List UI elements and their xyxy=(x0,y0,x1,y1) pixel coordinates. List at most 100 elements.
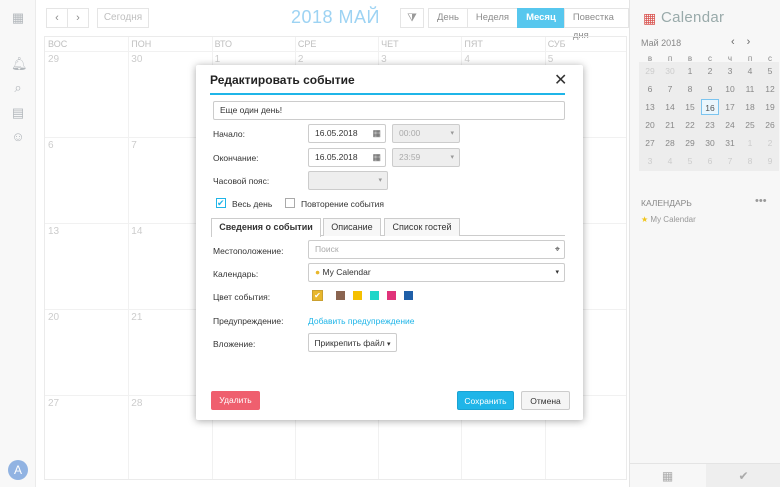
mini-day[interactable]: 7 xyxy=(721,153,739,169)
calendar-app-icon: ▦ xyxy=(643,10,657,26)
mini-day[interactable]: 20 xyxy=(641,117,659,133)
all-day-checkbox[interactable]: ✔ xyxy=(216,198,226,208)
timezone-label: Часовой пояс: xyxy=(213,176,270,186)
mini-day[interactable]: 2 xyxy=(701,63,719,79)
mini-day[interactable]: 1 xyxy=(681,63,699,79)
mini-day[interactable]: 3 xyxy=(721,63,739,79)
mini-day[interactable]: 30 xyxy=(661,63,679,79)
mini-day[interactable]: 7 xyxy=(661,81,679,97)
mini-day[interactable]: 8 xyxy=(741,153,759,169)
mini-day[interactable]: 9 xyxy=(761,153,779,169)
star-icon: ★ xyxy=(641,215,649,224)
color-swatch[interactable] xyxy=(404,291,413,300)
location-placeholder: Поиск xyxy=(315,244,339,254)
mini-day[interactable]: 25 xyxy=(741,117,759,133)
mini-weekday: с xyxy=(708,54,712,63)
mini-day[interactable]: 5 xyxy=(761,63,779,79)
color-swatch[interactable] xyxy=(336,291,345,300)
start-date-input[interactable]: 16.05.2018 ▦ xyxy=(308,124,386,143)
location-input[interactable]: Поиск ⌖ xyxy=(308,240,565,259)
attachment-label: Вложение: xyxy=(213,339,256,349)
add-alert-link[interactable]: Добавить предупреждение xyxy=(308,316,415,326)
tab-description[interactable]: Описание xyxy=(323,218,381,236)
delete-button[interactable]: Удалить xyxy=(211,391,260,410)
close-icon[interactable]: ✕ xyxy=(554,70,567,90)
end-date-input[interactable]: 16.05.2018 ▦ xyxy=(308,148,386,167)
mini-weekday: п xyxy=(747,54,753,63)
attach-file-button[interactable]: Прикрепить файл ▾ xyxy=(308,333,397,352)
end-time-select: 23:59 ▾ xyxy=(392,148,460,167)
mini-day[interactable]: 16 xyxy=(701,99,719,115)
mini-day[interactable]: 8 xyxy=(681,81,699,97)
calendar-dot-icon: ● xyxy=(315,267,321,277)
mini-day[interactable]: 4 xyxy=(741,63,759,79)
mini-day[interactable]: 9 xyxy=(701,81,719,97)
start-label: Начало: xyxy=(213,129,245,139)
mini-day[interactable]: 6 xyxy=(701,153,719,169)
color-swatch[interactable] xyxy=(353,291,362,300)
repeat-label: Повторение события xyxy=(301,199,384,209)
save-button[interactable]: Сохранить xyxy=(457,391,514,410)
mini-day[interactable]: 27 xyxy=(641,135,659,151)
dialog-title: Редактировать событие xyxy=(210,73,355,87)
color-swatch[interactable] xyxy=(387,291,396,300)
calendar-list-item[interactable]: ★ My Calendar xyxy=(641,215,696,224)
mini-weekday: в xyxy=(687,54,693,63)
calendar-select[interactable]: ● My Calendar ▾ xyxy=(308,263,565,282)
mini-day[interactable]: 23 xyxy=(701,117,719,133)
mini-day[interactable]: 22 xyxy=(681,117,699,133)
mini-day[interactable]: 21 xyxy=(661,117,679,133)
repeat-checkbox[interactable] xyxy=(285,198,295,208)
mini-day[interactable]: 5 xyxy=(681,153,699,169)
mini-day[interactable]: 14 xyxy=(661,99,679,115)
mini-day[interactable]: 11 xyxy=(741,81,759,97)
color-label: Цвет события: xyxy=(213,292,271,302)
mini-next-icon[interactable]: › xyxy=(747,36,763,48)
mini-day[interactable]: 31 xyxy=(721,135,739,151)
mini-day[interactable]: 6 xyxy=(641,81,659,97)
calendars-more-icon[interactable]: ••• xyxy=(755,195,767,207)
mini-weekday: п xyxy=(667,54,673,63)
calendar-tab-icon[interactable]: ▦ xyxy=(630,464,705,487)
tab-event-details[interactable]: Сведения о событии xyxy=(211,218,321,237)
map-pin-icon[interactable]: ⌖ xyxy=(555,241,560,258)
mini-day[interactable]: 30 xyxy=(701,135,719,151)
color-swatch[interactable] xyxy=(370,291,379,300)
mini-prev-icon[interactable]: ‹ xyxy=(731,36,747,48)
end-time-value: 23:59 xyxy=(399,152,421,162)
mini-day[interactable]: 28 xyxy=(661,135,679,151)
app-title: Calendar xyxy=(661,9,725,26)
mini-day[interactable]: 18 xyxy=(741,99,759,115)
mini-day[interactable]: 12 xyxy=(761,81,779,97)
mini-day[interactable]: 26 xyxy=(761,117,779,133)
chevron-down-icon: ▾ xyxy=(450,154,454,161)
chevron-down-icon: ▾ xyxy=(450,130,454,137)
timezone-select: ▾ xyxy=(308,171,388,190)
end-label: Окончание: xyxy=(213,153,259,163)
mini-day[interactable]: 1 xyxy=(741,135,759,151)
color-swatch[interactable]: ✔ xyxy=(312,290,323,301)
mini-day[interactable]: 4 xyxy=(661,153,679,169)
mini-day[interactable]: 29 xyxy=(681,135,699,151)
mini-day[interactable]: 24 xyxy=(721,117,739,133)
mini-day[interactable]: 17 xyxy=(721,99,739,115)
calendar-icon[interactable]: ▦ xyxy=(372,125,381,142)
event-title-input[interactable]: Еще один день! xyxy=(213,101,565,120)
mini-day[interactable]: 3 xyxy=(641,153,659,169)
mini-weekday: в xyxy=(647,54,653,63)
edit-event-dialog: Редактировать событие ✕ Еще один день! Н… xyxy=(196,65,583,420)
location-label: Местоположение: xyxy=(213,246,284,256)
all-day-label: Весь день xyxy=(232,199,273,209)
mini-day[interactable]: 13 xyxy=(641,99,659,115)
mini-day[interactable]: 10 xyxy=(721,81,739,97)
mini-day[interactable]: 2 xyxy=(761,135,779,151)
tasks-tab-icon[interactable]: ✔ xyxy=(706,464,780,487)
mini-calendar-nav: ‹› xyxy=(731,36,762,48)
chevron-down-icon: ▾ xyxy=(387,341,391,348)
mini-day[interactable]: 29 xyxy=(641,63,659,79)
mini-day[interactable]: 19 xyxy=(761,99,779,115)
cancel-button[interactable]: Отмена xyxy=(521,391,570,410)
calendar-icon[interactable]: ▦ xyxy=(372,149,381,166)
tab-guest-list[interactable]: Список гостей xyxy=(384,218,460,236)
mini-day[interactable]: 15 xyxy=(681,99,699,115)
